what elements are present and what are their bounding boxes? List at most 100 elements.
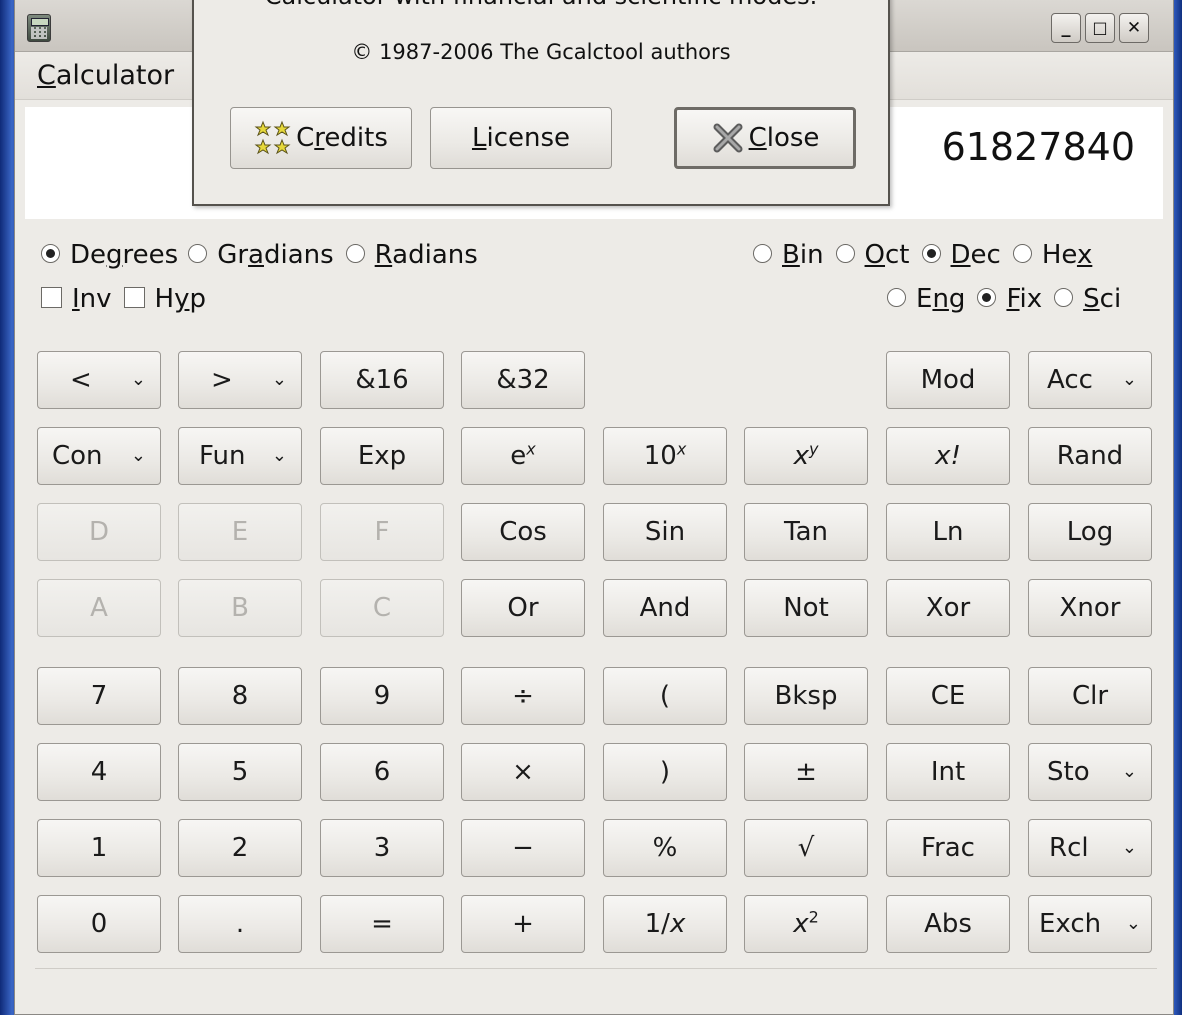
chevron-down-icon: ⌄ <box>1125 913 1141 934</box>
sin-button[interactable]: Sin <box>603 503 727 561</box>
radio-sci[interactable]: Sci <box>1054 284 1121 314</box>
calculator-app-icon[interactable] <box>27 14 51 42</box>
digit-9-button[interactable]: 9 <box>320 667 444 725</box>
not-button[interactable]: Not <box>744 579 868 637</box>
subtract-button[interactable]: − <box>461 819 585 877</box>
radio-eng[interactable]: Eng <box>887 284 965 314</box>
checkbox-indicator[interactable] <box>41 287 62 308</box>
display-mode-group: Eng Fix Sci <box>887 284 1121 314</box>
chevron-down-icon: ⌄ <box>130 369 146 390</box>
radio-bin[interactable]: Bin <box>753 240 824 270</box>
radio-indicator[interactable] <box>835 244 855 263</box>
cos-button[interactable]: Cos <box>461 503 585 561</box>
ten-power-x-button[interactable]: 10x <box>603 427 727 485</box>
factorial-button[interactable]: x! <box>886 427 1010 485</box>
digit-3-button[interactable]: 3 <box>320 819 444 877</box>
digit-4-button[interactable]: 4 <box>37 743 161 801</box>
int-button[interactable]: Int <box>886 743 1010 801</box>
radio-gradians[interactable]: Gradians <box>188 240 334 270</box>
radio-hex[interactable]: Hex <box>1012 240 1092 270</box>
backspace-button[interactable]: Bksp <box>744 667 868 725</box>
license-button[interactable]: License <box>430 107 612 169</box>
square-root-button[interactable]: √ <box>744 819 868 877</box>
digit-8-button[interactable]: 8 <box>178 667 302 725</box>
hex-f-button[interactable]: F <box>320 503 444 561</box>
checkbox-hyp[interactable]: Hyp <box>123 284 206 314</box>
radio-indicator[interactable] <box>1054 288 1074 307</box>
xor-button[interactable]: Xor <box>886 579 1010 637</box>
frac-button[interactable]: Frac <box>886 819 1010 877</box>
radio-indicator[interactable] <box>345 244 365 263</box>
close-dialog-button[interactable]: Close <box>674 107 856 169</box>
decimal-point-button[interactable]: . <box>178 895 302 953</box>
radio-fix[interactable]: Fix <box>977 284 1042 314</box>
digit-6-button[interactable]: 6 <box>320 743 444 801</box>
rand-button[interactable]: Rand <box>1028 427 1152 485</box>
x-squared-button[interactable]: x2 <box>744 895 868 953</box>
radio-indicator[interactable] <box>753 244 772 263</box>
digit-0-button[interactable]: 0 <box>37 895 161 953</box>
close-paren-button[interactable]: ) <box>603 743 727 801</box>
x-power-y-button[interactable]: xy <box>744 427 868 485</box>
radio-indicator[interactable] <box>41 244 60 263</box>
radio-indicator[interactable] <box>887 288 906 307</box>
hex-b-button[interactable]: B <box>178 579 302 637</box>
reciprocal-button[interactable]: 1/x <box>603 895 727 953</box>
radio-oct[interactable]: Oct <box>835 240 910 270</box>
digit-2-button[interactable]: 2 <box>178 819 302 877</box>
digit-7-button[interactable]: 7 <box>37 667 161 725</box>
about-description: Calculator with financial and scientific… <box>194 0 888 10</box>
checkbox-indicator[interactable] <box>123 287 145 308</box>
open-paren-button[interactable]: ( <box>603 667 727 725</box>
or-button[interactable]: Or <box>461 579 585 637</box>
abs-button[interactable]: Abs <box>886 895 1010 953</box>
hex-a-button[interactable]: A <box>37 579 161 637</box>
acc-button[interactable]: Acc ⌄ <box>1028 351 1152 409</box>
radio-indicator[interactable] <box>1012 244 1032 263</box>
store-button[interactable]: Sto ⌄ <box>1028 743 1152 801</box>
shift-left-button[interactable]: < ⌄ <box>37 351 161 409</box>
and32-button[interactable]: &32 <box>461 351 585 409</box>
chevron-down-icon: ⌄ <box>1121 837 1137 858</box>
divide-button[interactable]: ÷ <box>461 667 585 725</box>
e-power-x-button[interactable]: ex <box>461 427 585 485</box>
shift-right-button[interactable]: > ⌄ <box>178 351 302 409</box>
log-button[interactable]: Log <box>1028 503 1152 561</box>
close-window-button[interactable]: ✕ <box>1119 13 1149 43</box>
hex-e-button[interactable]: E <box>178 503 302 561</box>
radio-indicator[interactable] <box>921 244 941 263</box>
add-button[interactable]: + <box>461 895 585 953</box>
digit-1-button[interactable]: 1 <box>37 819 161 877</box>
digit-5-button[interactable]: 5 <box>178 743 302 801</box>
hex-c-button[interactable]: C <box>320 579 444 637</box>
tan-button[interactable]: Tan <box>744 503 868 561</box>
radio-radians[interactable]: Radians <box>345 240 478 270</box>
menu-calculator[interactable]: Calculator <box>37 60 174 91</box>
minimize-button[interactable]: _ <box>1051 13 1081 43</box>
credits-button[interactable]: Credits <box>230 107 412 169</box>
mod-button[interactable]: Mod <box>886 351 1010 409</box>
clear-entry-button[interactable]: CE <box>886 667 1010 725</box>
exp-button[interactable]: Exp <box>320 427 444 485</box>
clear-button[interactable]: Clr <box>1028 667 1152 725</box>
functions-button[interactable]: Fun ⌄ <box>178 427 302 485</box>
multiply-button[interactable]: × <box>461 743 585 801</box>
equals-button[interactable]: = <box>320 895 444 953</box>
hex-d-button[interactable]: D <box>37 503 161 561</box>
checkbox-inv[interactable]: Inv <box>41 284 112 314</box>
maximize-button[interactable]: □ <box>1085 13 1115 43</box>
exchange-button[interactable]: Exch ⌄ <box>1028 895 1152 953</box>
radio-dec[interactable]: Dec <box>921 240 1001 270</box>
chevron-down-icon: ⌄ <box>130 445 146 466</box>
and16-button[interactable]: &16 <box>320 351 444 409</box>
radio-indicator[interactable] <box>188 244 208 263</box>
radio-indicator[interactable] <box>977 288 997 307</box>
ln-button[interactable]: Ln <box>886 503 1010 561</box>
constants-button[interactable]: Con ⌄ <box>37 427 161 485</box>
recall-button[interactable]: Rcl ⌄ <box>1028 819 1152 877</box>
and-button[interactable]: And <box>603 579 727 637</box>
xnor-button[interactable]: Xnor <box>1028 579 1152 637</box>
percent-button[interactable]: % <box>603 819 727 877</box>
radio-degrees[interactable]: Degrees <box>41 240 178 270</box>
plus-minus-button[interactable]: ± <box>744 743 868 801</box>
